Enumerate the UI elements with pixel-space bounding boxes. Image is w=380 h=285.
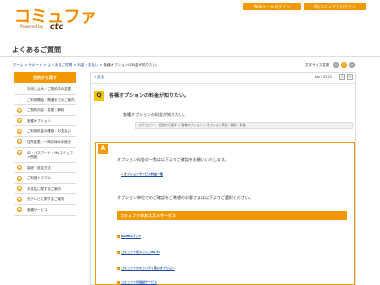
title-divider — [0, 56, 380, 57]
option-fee-list-link[interactable]: » オプションサービス料金一覧 — [121, 172, 163, 177]
recommended-services-heading: コミュファのおススメサービス — [117, 211, 347, 220]
web-mail-login-button[interactable]: Webメールログイン — [243, 3, 301, 10]
bullet-icon — [117, 267, 120, 270]
sidebar-item-label: ID・パスワード・Myコミュファ関連 — [27, 150, 73, 160]
panel-divider — [91, 83, 355, 84]
breadcrumb-current: 各種オプションの料金が知りたい。 — [103, 63, 160, 67]
chevron-right-icon: › — [18, 86, 21, 91]
question-badge: Q — [94, 91, 104, 101]
service-link-netflix[interactable]: Netflixパック — [121, 234, 141, 239]
font-size-label: 文字サイズ変更 — [305, 63, 330, 67]
chevron-right-icon: › — [18, 97, 21, 102]
bullet-icon: ● — [17, 175, 22, 181]
print-icon[interactable]: ⎙ — [339, 74, 345, 80]
my-commufa-login-button[interactable]: Myコミュファログイン — [304, 3, 366, 10]
bullet-icon — [117, 251, 120, 254]
sidebar-item-label: 各種オプション — [27, 118, 51, 123]
service-link-mesh-wifi[interactable]: コミュファ光メッシュWi-Fi — [121, 250, 160, 255]
answer-badge: A — [98, 144, 108, 154]
breadcrumb-links[interactable]: ホーム > サポート > よくあるご質問 > 料金・支払い > — [13, 63, 102, 67]
sidebar-item-label: ご利用トラブル — [27, 176, 51, 181]
bullet-icon: ● — [17, 118, 22, 124]
sidebar-heading: 目的から探す — [14, 72, 76, 83]
mail-icon[interactable]: ✉ — [347, 74, 353, 80]
service-link-phone[interactable]: コミュファ光電話サービス — [121, 280, 157, 285]
bullet-icon: ● — [17, 186, 22, 192]
bullet-icon: ● — [17, 107, 22, 113]
bullet-icon — [117, 235, 120, 238]
sidebar-item-service-start[interactable]: › ご利用開始・開通までのご案内 — [14, 95, 76, 106]
sidebar-item-options[interactable]: ● 各種オプション — [14, 116, 76, 127]
bullet-icon — [117, 281, 120, 284]
sidebar-item-label: ご利用開始・開通までのご案内 — [27, 97, 75, 102]
bullet-icon: ● — [17, 150, 22, 156]
question-title: 各種オプションの料金が知りたい。 — [109, 93, 190, 99]
sidebar-item-id-password[interactable]: ● ID・パスワード・Myコミュファ関連 — [14, 148, 76, 163]
breadcrumb: ホーム > サポート > よくあるご質問 > 料金・支払い > 各種オプションの… — [13, 63, 160, 68]
sidebar-item-label: 光テレビに関するご案内 — [27, 197, 65, 202]
sidebar-item-application[interactable]: › お申し込み／ご契約中の変更 — [14, 84, 76, 95]
sidebar-item-label: 各種サービス — [27, 207, 48, 212]
bullet-icon: ● — [17, 207, 22, 213]
sidebar-item-label: お支払に関するご案内 — [27, 186, 61, 191]
question-number: No : 2221 — [315, 75, 333, 79]
sidebar-item-label: ご契約内容・変更・解約 — [27, 108, 65, 113]
logo-powered-by: Powered by — [20, 24, 44, 29]
page: コミュファ Powered by ctc Webメールログイン Myコミュファロ… — [0, 0, 380, 285]
bullet-icon: ● — [17, 128, 22, 134]
font-size-medium-button[interactable]: 中 — [341, 62, 347, 68]
sidebar-nav: › お申し込み／ご契約中の変更 › ご利用開始・開通までのご案内 ● ご契約内容… — [14, 84, 76, 216]
font-size-large-button[interactable]: 大 — [349, 62, 355, 68]
bullet-icon: ● — [17, 139, 22, 145]
sidebar-item-payment[interactable]: ● お支払に関するご案内 — [14, 184, 76, 195]
category-bar: カテゴリー ： 目的から探す > 各種オプション > オプション申込・解約・料金 — [135, 122, 353, 129]
sidebar-item-trouble[interactable]: ● ご利用トラブル — [14, 173, 76, 184]
ctc-logo: ctc — [50, 22, 64, 31]
sidebar-item-services[interactable]: ● 各種サービス — [14, 205, 76, 216]
sidebar-item-label: 住所変更／一時お休み手続き — [27, 139, 72, 144]
sidebar-item-label: 接続・設定方法 — [27, 165, 51, 170]
sidebar-item-contract[interactable]: ● ご契約内容・変更・解約 — [14, 105, 76, 116]
bullet-icon: ● — [17, 196, 22, 202]
sidebar-item-label: ご利用料金の確認・お支払い — [27, 129, 72, 134]
back-link[interactable]: « 戻る — [94, 74, 104, 80]
sidebar-item-hikari-tv[interactable]: ● 光テレビに関するご案内 — [14, 194, 76, 205]
font-size-small-button[interactable]: 小 — [333, 62, 339, 68]
sidebar-item-address[interactable]: ● 住所変更／一時お休み手続き — [14, 137, 76, 148]
answer-text-1: オプション料金の一覧は以下よりご確認をお願いいたします。 — [117, 157, 229, 162]
service-link-security[interactable]: コミュファセキュリティ安心オプション — [121, 266, 175, 271]
sidebar-item-label: お申し込み／ご契約中の変更 — [27, 87, 72, 91]
page-title: よくあるご質問 — [12, 46, 61, 54]
answer-text-2: オプション単位でのご確認をご希望のお客さまは以下よりご選択ください。 — [117, 195, 253, 200]
bullet-icon: ● — [17, 165, 22, 171]
sidebar-item-billing[interactable]: ● ご利用料金の確認・お支払い — [14, 126, 76, 137]
sidebar-item-connection[interactable]: ● 接続・設定方法 — [14, 163, 76, 174]
question-body: 各種オプションの料金が知りたい。 — [123, 112, 187, 117]
